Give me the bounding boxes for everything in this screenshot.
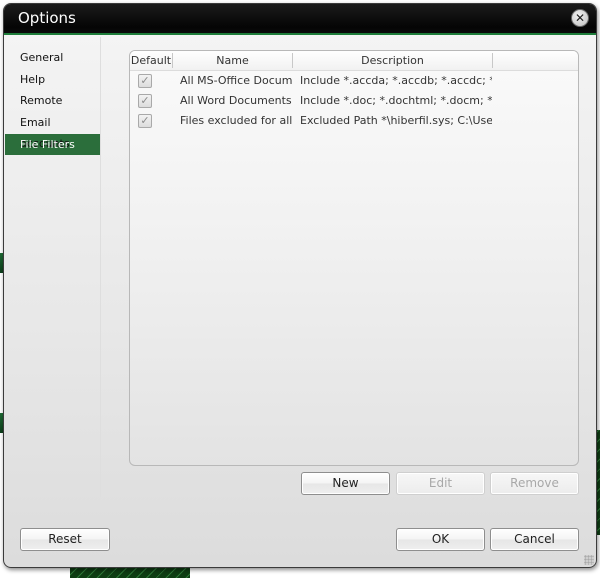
sidebar-item-label: File Filters bbox=[20, 137, 75, 151]
options-dialog: Options ✕ General Help Remote Email acco… bbox=[3, 3, 597, 568]
column-header-name[interactable]: Name bbox=[173, 51, 292, 70]
reset-button[interactable]: Reset bbox=[20, 528, 110, 551]
close-button[interactable]: ✕ bbox=[571, 9, 589, 27]
remove-button[interactable]: Remove bbox=[490, 472, 579, 495]
cancel-button[interactable]: Cancel bbox=[490, 528, 579, 551]
dialog-title: Options bbox=[18, 9, 76, 27]
new-button[interactable]: New bbox=[301, 472, 390, 495]
file-filters-table: Default Name Description ✓ All MS-Office… bbox=[129, 50, 579, 466]
table-row[interactable]: ✓ All Word Documents Include *.doc; *.do… bbox=[130, 91, 578, 111]
sidebar-item-remote[interactable]: Remote bbox=[5, 90, 101, 112]
sidebar-item-label: General bbox=[20, 51, 64, 64]
check-icon: ✓ bbox=[140, 114, 150, 127]
close-icon: ✕ bbox=[574, 11, 586, 25]
sidebar-item-label: Remote bbox=[20, 94, 63, 108]
sidebar-item-label: Help bbox=[20, 72, 46, 86]
default-checkbox[interactable]: ✓ bbox=[138, 94, 152, 108]
sidebar-item-email-accounts[interactable]: Email accounts bbox=[5, 112, 101, 150]
default-checkbox[interactable]: ✓ bbox=[138, 74, 152, 88]
sidebar-item-help[interactable]: Help bbox=[5, 69, 101, 91]
sidebar-item-file-filters[interactable]: File Filters bbox=[5, 133, 101, 156]
edit-button[interactable]: Edit bbox=[396, 472, 485, 495]
table-row[interactable]: ✓ All MS-Office Docume Include *.accda; … bbox=[130, 71, 578, 91]
filter-name: All MS-Office Docume bbox=[180, 74, 293, 87]
filter-name: Files excluded for all b bbox=[180, 114, 293, 127]
column-header-default[interactable]: Default bbox=[130, 51, 172, 70]
filter-description: Excluded Path *\hiberfil.sys; C:\Users\D bbox=[300, 114, 492, 127]
column-divider[interactable] bbox=[492, 53, 493, 68]
check-icon: ✓ bbox=[140, 74, 150, 87]
title-bar[interactable]: Options ✕ bbox=[4, 4, 596, 35]
resize-grip[interactable] bbox=[584, 555, 594, 565]
filter-description: Include *.accda; *.accdb; *.accdc; *.acc… bbox=[300, 74, 492, 87]
ok-button[interactable]: OK bbox=[396, 528, 485, 551]
table-header: Default Name Description bbox=[130, 51, 578, 71]
filter-description: Include *.doc; *.dochtml; *.docm; *.doc: bbox=[300, 94, 492, 107]
check-icon: ✓ bbox=[140, 94, 150, 107]
options-sidebar: General Help Remote Email accounts File … bbox=[5, 47, 101, 156]
column-header-description[interactable]: Description bbox=[293, 51, 492, 70]
filter-name: All Word Documents bbox=[180, 94, 292, 107]
table-row[interactable]: ✓ Files excluded for all b Excluded Path… bbox=[130, 111, 578, 131]
default-checkbox[interactable]: ✓ bbox=[138, 114, 152, 128]
sidebar-item-general[interactable]: General bbox=[5, 47, 101, 69]
sidebar-divider bbox=[100, 37, 101, 497]
